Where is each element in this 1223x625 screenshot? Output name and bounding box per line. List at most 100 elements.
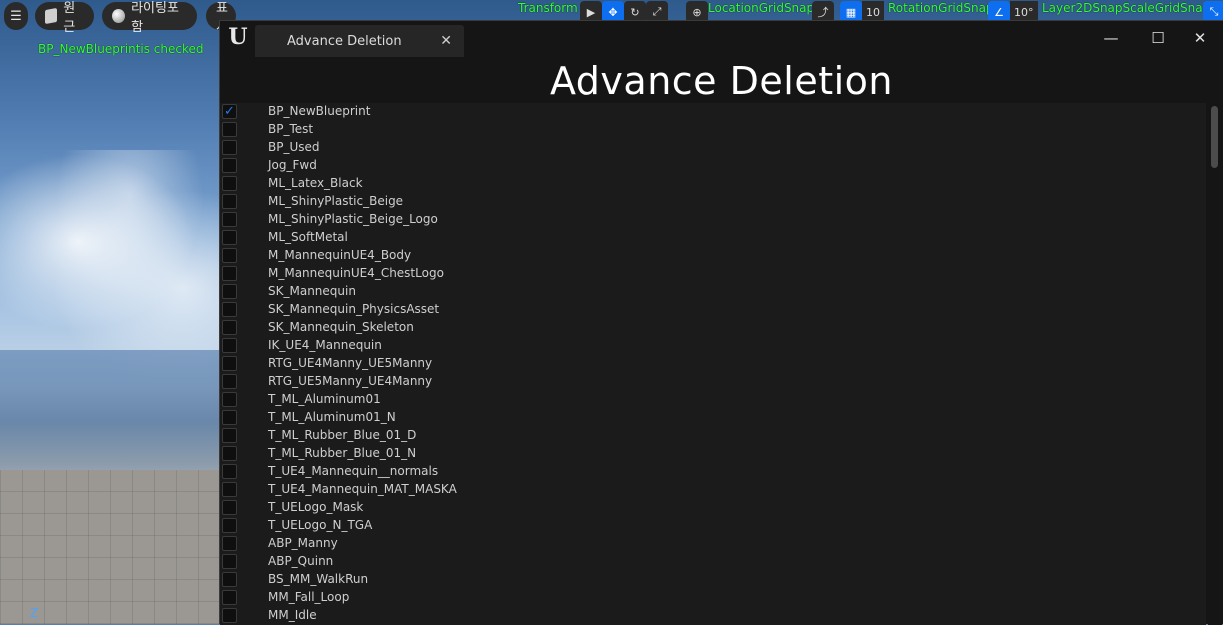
asset-checkbox[interactable]	[222, 248, 237, 263]
asset-label: RTG_UE4Manny_UE5Manny	[268, 356, 433, 370]
asset-label: IK_UE4_Mannequin	[268, 338, 382, 352]
advance-deletion-window: U Advance Deletion ✕ — ☐ ✕ Advance Delet…	[219, 20, 1223, 625]
asset-checkbox[interactable]	[222, 356, 237, 371]
list-item[interactable]: ML_SoftMetal	[220, 229, 1206, 247]
list-item[interactable]: RTG_UE5Manny_UE4Manny	[220, 373, 1206, 391]
perspective-button[interactable]: 원근	[35, 1, 94, 35]
asset-checkbox[interactable]	[222, 302, 237, 317]
debug-rotation-grid-text: RotationGridSnap	[888, 1, 994, 15]
asset-checkbox[interactable]	[222, 176, 237, 191]
asset-label: ABP_Manny	[268, 536, 338, 550]
lit-mode-button[interactable]: 라이팅포함	[102, 1, 197, 35]
list-item[interactable]: ML_ShinyPlastic_Beige	[220, 193, 1206, 211]
list-item[interactable]: BP_Used	[220, 139, 1206, 157]
viewport-menu-button[interactable]: ☰	[4, 2, 28, 30]
list-item[interactable]: T_UE4_Mannequin_MAT_MASKA	[220, 481, 1206, 499]
debug-location-grid-text: LocationGridSnap	[708, 1, 815, 15]
list-item[interactable]: Jog_Fwd	[220, 157, 1206, 175]
list-item[interactable]: T_ML_Rubber_Blue_01_N	[220, 445, 1206, 463]
list-item[interactable]: T_UELogo_N_TGA	[220, 517, 1206, 535]
tab-close-icon[interactable]: ✕	[440, 33, 452, 49]
list-item[interactable]: SK_Mannequin_PhysicsAsset	[220, 301, 1206, 319]
asset-checkbox[interactable]	[222, 518, 237, 533]
asset-checkbox[interactable]	[222, 158, 237, 173]
asset-checkbox[interactable]	[222, 608, 237, 623]
floor-plane	[0, 470, 230, 624]
list-item[interactable]: ML_ShinyPlastic_Beige_Logo	[220, 211, 1206, 229]
asset-checkbox[interactable]	[222, 536, 237, 551]
close-button[interactable]: ✕	[1185, 27, 1215, 49]
list-item[interactable]: ✓ BP_NewBlueprint	[220, 103, 1206, 121]
asset-label: BS_MM_WalkRun	[268, 572, 369, 586]
asset-checkbox[interactable]	[222, 320, 237, 335]
asset-label: T_UELogo_N_TGA	[268, 518, 373, 532]
list-item[interactable]: M_MannequinUE4_Body	[220, 247, 1206, 265]
asset-checkbox[interactable]	[222, 140, 237, 155]
asset-label: ABP_Quinn	[268, 554, 334, 568]
asset-checkbox[interactable]	[222, 392, 237, 407]
list-item[interactable]: ML_Latex_Black	[220, 175, 1206, 193]
asset-checkbox[interactable]	[222, 446, 237, 461]
hamburger-icon: ☰	[10, 8, 22, 24]
asset-checkbox[interactable]	[222, 500, 237, 515]
list-item[interactable]: BP_Test	[220, 121, 1206, 139]
list-item[interactable]: T_ML_Aluminum01_N	[220, 409, 1206, 427]
asset-checkbox[interactable]	[222, 482, 237, 497]
list-item[interactable]: SK_Mannequin	[220, 283, 1206, 301]
asset-checkbox[interactable]	[222, 572, 237, 587]
asset-checkbox[interactable]	[222, 194, 237, 209]
asset-checkbox[interactable]	[222, 428, 237, 443]
tab-advance-deletion[interactable]: Advance Deletion ✕	[255, 25, 464, 57]
asset-checkbox[interactable]	[222, 338, 237, 353]
list-item[interactable]: T_ML_Rubber_Blue_01_D	[220, 427, 1206, 445]
list-item[interactable]: T_UE4_Mannequin__normals	[220, 463, 1206, 481]
debug-layer-snap-text: Layer2DSnapScaleGridSnap	[1042, 1, 1211, 15]
asset-checkbox[interactable]	[222, 266, 237, 281]
asset-label: T_ML_Rubber_Blue_01_N	[268, 446, 417, 460]
list-item[interactable]: ABP_Manny	[220, 535, 1206, 553]
debug-status-text: BP_NewBlueprintis checked	[38, 42, 204, 56]
checkmark-icon: ✓	[224, 104, 235, 119]
asset-checkbox[interactable]	[222, 212, 237, 227]
asset-checkbox[interactable]: ✓	[222, 104, 237, 119]
window-titlebar[interactable]: U Advance Deletion ✕ — ☐ ✕	[220, 21, 1223, 59]
asset-label: M_MannequinUE4_Body	[268, 248, 412, 262]
list-item[interactable]: MM_Idle	[220, 607, 1206, 625]
list-item[interactable]: BS_MM_WalkRun	[220, 571, 1206, 589]
sphere-icon	[112, 9, 126, 23]
scrollbar-thumb[interactable]	[1211, 106, 1218, 168]
asset-checkbox[interactable]	[222, 554, 237, 569]
dialog-header: Advance Deletion	[220, 59, 1223, 103]
minimize-button[interactable]: —	[1096, 27, 1126, 49]
asset-list-scrollbar[interactable]	[1208, 103, 1222, 625]
list-item[interactable]: T_ML_Aluminum01	[220, 391, 1206, 409]
cube-icon	[45, 7, 58, 25]
list-item[interactable]: M_MannequinUE4_ChestLogo	[220, 265, 1206, 283]
list-item[interactable]: IK_UE4_Mannequin	[220, 337, 1206, 355]
list-item[interactable]: MM_Fall_Loop	[220, 589, 1206, 607]
asset-checkbox[interactable]	[222, 284, 237, 299]
maximize-button[interactable]: ☐	[1143, 27, 1173, 49]
tab-title: Advance Deletion	[287, 33, 402, 49]
asset-label: T_UE4_Mannequin_MAT_MASKA	[268, 482, 457, 496]
asset-label: ML_SoftMetal	[268, 230, 348, 244]
axis-z-label: Z	[30, 606, 39, 620]
list-item[interactable]: ABP_Quinn	[220, 553, 1206, 571]
asset-checkbox[interactable]	[222, 590, 237, 605]
asset-checkbox[interactable]	[222, 410, 237, 425]
asset-checkbox[interactable]	[222, 230, 237, 245]
asset-checkbox[interactable]	[222, 122, 237, 137]
page-title: Advance Deletion	[549, 59, 894, 103]
asset-label: SK_Mannequin_Skeleton	[268, 320, 414, 334]
lit-mode-label: 라이팅포함	[131, 1, 179, 35]
asset-label: ML_ShinyPlastic_Beige_Logo	[268, 212, 438, 226]
list-item[interactable]: T_UELogo_Mask	[220, 499, 1206, 517]
perspective-label: 원근	[63, 1, 76, 35]
asset-list[interactable]: ✓ BP_NewBlueprint BP_Test BP_Used Jog_Fwd ML_…	[220, 103, 1206, 625]
list-item[interactable]: RTG_UE4Manny_UE5Manny	[220, 355, 1206, 373]
asset-checkbox[interactable]	[222, 374, 237, 389]
asset-label: MM_Idle	[268, 608, 317, 622]
asset-checkbox[interactable]	[222, 464, 237, 479]
list-item[interactable]: SK_Mannequin_Skeleton	[220, 319, 1206, 337]
asset-label: T_UELogo_Mask	[268, 500, 364, 514]
